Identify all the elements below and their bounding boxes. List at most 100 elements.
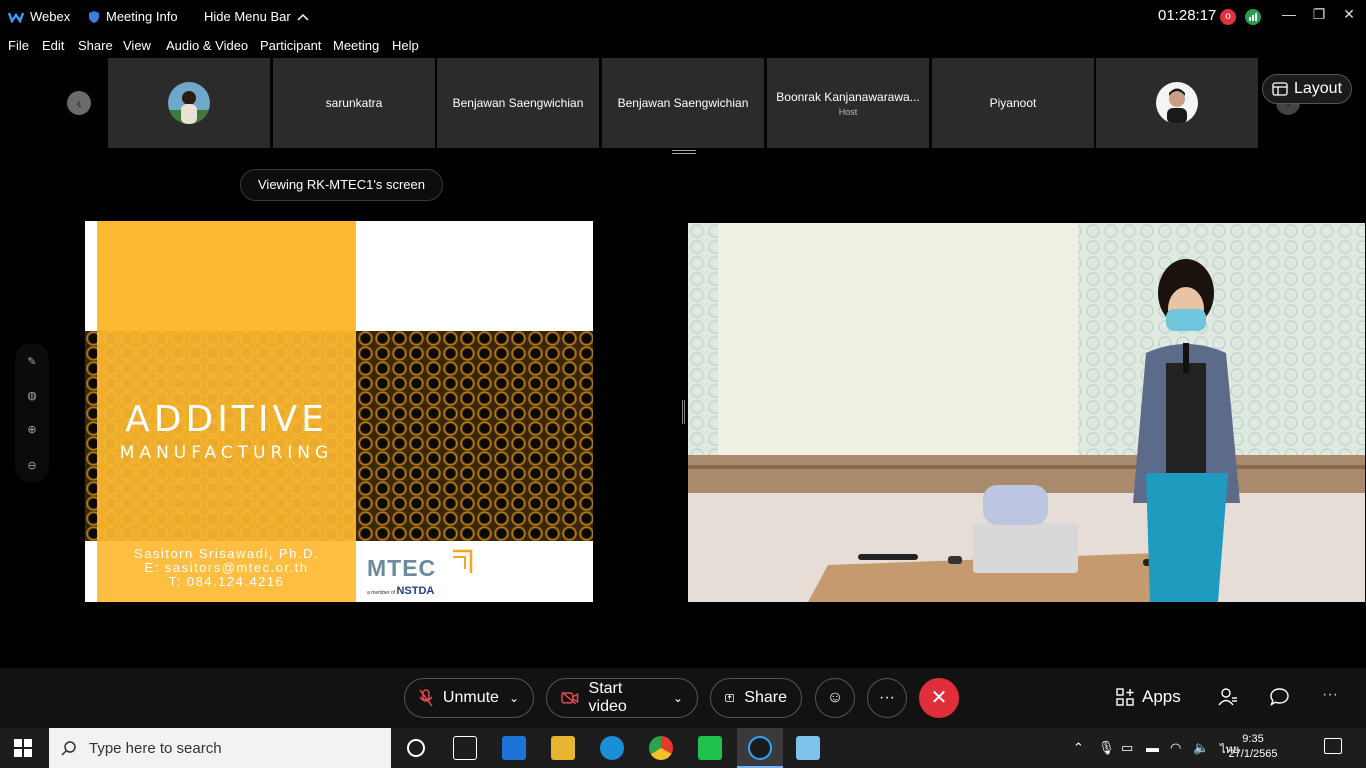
strip-prev-button[interactable]: ‹ [67, 91, 91, 115]
annotate-pen-icon[interactable]: ✎ [24, 355, 40, 368]
chevron-up-icon [297, 13, 309, 21]
taskbar-search-input[interactable]: Type here to search [49, 728, 391, 768]
mail-app-icon[interactable] [502, 736, 526, 760]
participant-tile[interactable]: Benjawan Saengwichian [602, 58, 764, 148]
participant-tile[interactable]: Piyanoot [932, 58, 1094, 148]
remote-control-icon[interactable]: ◍ [24, 389, 40, 402]
slide-subtitle: MANUFACTURING [119, 443, 334, 463]
participant-name: Boonrak Kanjanawarawa... [776, 89, 920, 104]
menu-help[interactable]: Help [392, 38, 419, 53]
search-icon [61, 741, 76, 756]
participant-name: Benjawan Saengwichian [452, 96, 584, 110]
participant-tile[interactable] [1096, 58, 1258, 148]
host-label: Host [838, 106, 858, 117]
webex-logo-icon [8, 12, 24, 23]
menu-participant[interactable]: Participant [260, 38, 321, 53]
meeting-info-button[interactable]: Meeting Info [88, 9, 178, 24]
mtec-logo: MTEC [367, 555, 437, 581]
close-window-icon[interactable]: ✕ [1338, 6, 1360, 23]
participant-name: sarunkatra [325, 96, 383, 110]
hide-menu-bar-button[interactable]: Hide Menu Bar [204, 9, 309, 24]
layout-button[interactable]: Layout [1262, 74, 1352, 104]
more-options-label: ··· [879, 689, 895, 706]
close-icon: ✕ [930, 687, 948, 709]
slide-orange-block [97, 221, 356, 331]
notes-app-icon[interactable] [796, 736, 820, 760]
meeting-timer: 01:28:17 [1158, 7, 1217, 24]
zoom-out-icon[interactable]: ⊖ [24, 459, 40, 472]
strip-resize-handle[interactable] [672, 150, 696, 154]
tray-volume-icon[interactable]: 🔈 [1193, 740, 1209, 756]
apps-label: Apps [1142, 687, 1181, 706]
unmute-button[interactable]: Unmute ⌄ [404, 678, 534, 718]
tray-battery-icon[interactable]: ▬ [1146, 740, 1159, 755]
tray-overflow-icon[interactable]: ⌃ [1073, 740, 1084, 756]
participant-tile[interactable]: Boonrak Kanjanawarawa... Host [767, 58, 929, 148]
line-app-icon[interactable] [698, 736, 722, 760]
layout-label: Layout [1293, 80, 1343, 97]
reactions-button[interactable]: ☺ [815, 678, 855, 718]
file-explorer-icon[interactable] [551, 736, 575, 760]
apps-icon [1116, 688, 1134, 706]
clock-date: 27/1/2565 [1228, 748, 1278, 760]
cortana-icon[interactable] [407, 739, 425, 757]
participants-panel-button[interactable] [1218, 688, 1238, 711]
speaker-video[interactable] [688, 223, 1365, 602]
title-bar: Webex Meeting Info Hide Menu Bar 01:28:1… [0, 0, 1366, 34]
notification-center-icon[interactable] [1324, 738, 1342, 754]
menu-edit[interactable]: Edit [42, 38, 64, 53]
layout-icon [1272, 82, 1288, 96]
tray-display-icon[interactable]: ▭ [1121, 740, 1133, 756]
clock-time: 9:35 [1242, 733, 1264, 745]
zoom-in-icon[interactable]: ⊕ [24, 423, 40, 436]
share-label: Share [744, 689, 787, 706]
slide-contact: Sasitorn Srisawadi, Ph.D. E: sasitors@mt… [97, 547, 356, 589]
participants-icon [1218, 688, 1237, 706]
mic-muted-icon [419, 689, 433, 707]
minimize-icon[interactable]: — [1278, 6, 1300, 22]
speaker-video-frame [688, 223, 1365, 602]
windows-start-icon[interactable] [14, 739, 32, 762]
panel-divider-handle[interactable] [682, 400, 685, 424]
more-options-button[interactable]: ··· [867, 678, 907, 718]
shield-icon [89, 10, 99, 23]
menu-view[interactable]: View [123, 38, 151, 53]
app-brand: Webex [8, 9, 70, 24]
share-button[interactable]: Share [710, 678, 802, 718]
meeting-info-label: Meeting Info [106, 9, 178, 24]
search-placeholder: Type here to search [89, 739, 222, 757]
contact-name: Sasitorn Srisawadi, Ph.D. [134, 546, 319, 561]
recording-indicator: o [1220, 9, 1236, 25]
video-off-icon [561, 691, 579, 705]
menu-file[interactable]: File [8, 38, 29, 53]
task-view-icon[interactable] [453, 736, 477, 760]
taskbar-clock[interactable]: 9:35 27/1/2565 [1228, 732, 1278, 762]
annotation-toolbar: ✎ ◍ ⊕ ⊖ [15, 343, 49, 483]
menu-share[interactable]: Share [78, 38, 113, 53]
edge-browser-icon[interactable] [600, 736, 624, 760]
menu-audio-video[interactable]: Audio & Video [166, 38, 248, 53]
participant-tile[interactable]: sarunkatra [273, 58, 435, 148]
unmute-label: Unmute [442, 689, 499, 706]
nstda-member-text: a member of [367, 590, 396, 596]
contact-phone: T: 084.124.4216 [168, 574, 285, 589]
more-panels-button[interactable]: ··· [1322, 686, 1338, 704]
tray-wifi-icon[interactable]: ◠ [1170, 740, 1181, 756]
chat-panel-button[interactable] [1270, 688, 1289, 711]
apps-button[interactable]: Apps [1116, 687, 1181, 707]
shared-screen[interactable]: ADDITIVE MANUFACTURING Sasitorn Srisawad… [85, 221, 593, 602]
hide-menu-bar-label: Hide Menu Bar [204, 9, 291, 24]
end-meeting-button[interactable]: ✕ [919, 678, 959, 718]
participant-name: Piyanoot [989, 96, 1037, 110]
network-health-icon[interactable] [1245, 9, 1261, 25]
meeting-controls-bar: Unmute ⌄ Start video ⌄ Share ☺ ··· ✕ App… [0, 668, 1366, 728]
participant-tile[interactable]: Benjawan Saengwichian [437, 58, 599, 148]
webex-taskbar-button[interactable] [737, 728, 783, 768]
participant-tile[interactable] [108, 58, 270, 148]
menu-bar: File Edit Share View Audio & Video Parti… [0, 36, 1366, 56]
menu-meeting[interactable]: Meeting [333, 38, 379, 53]
chrome-browser-icon[interactable] [649, 736, 673, 760]
tray-mic-icon[interactable]: 🎙 [1098, 740, 1115, 756]
start-video-button[interactable]: Start video ⌄ [546, 678, 698, 718]
restore-icon[interactable]: ❐ [1308, 6, 1330, 23]
